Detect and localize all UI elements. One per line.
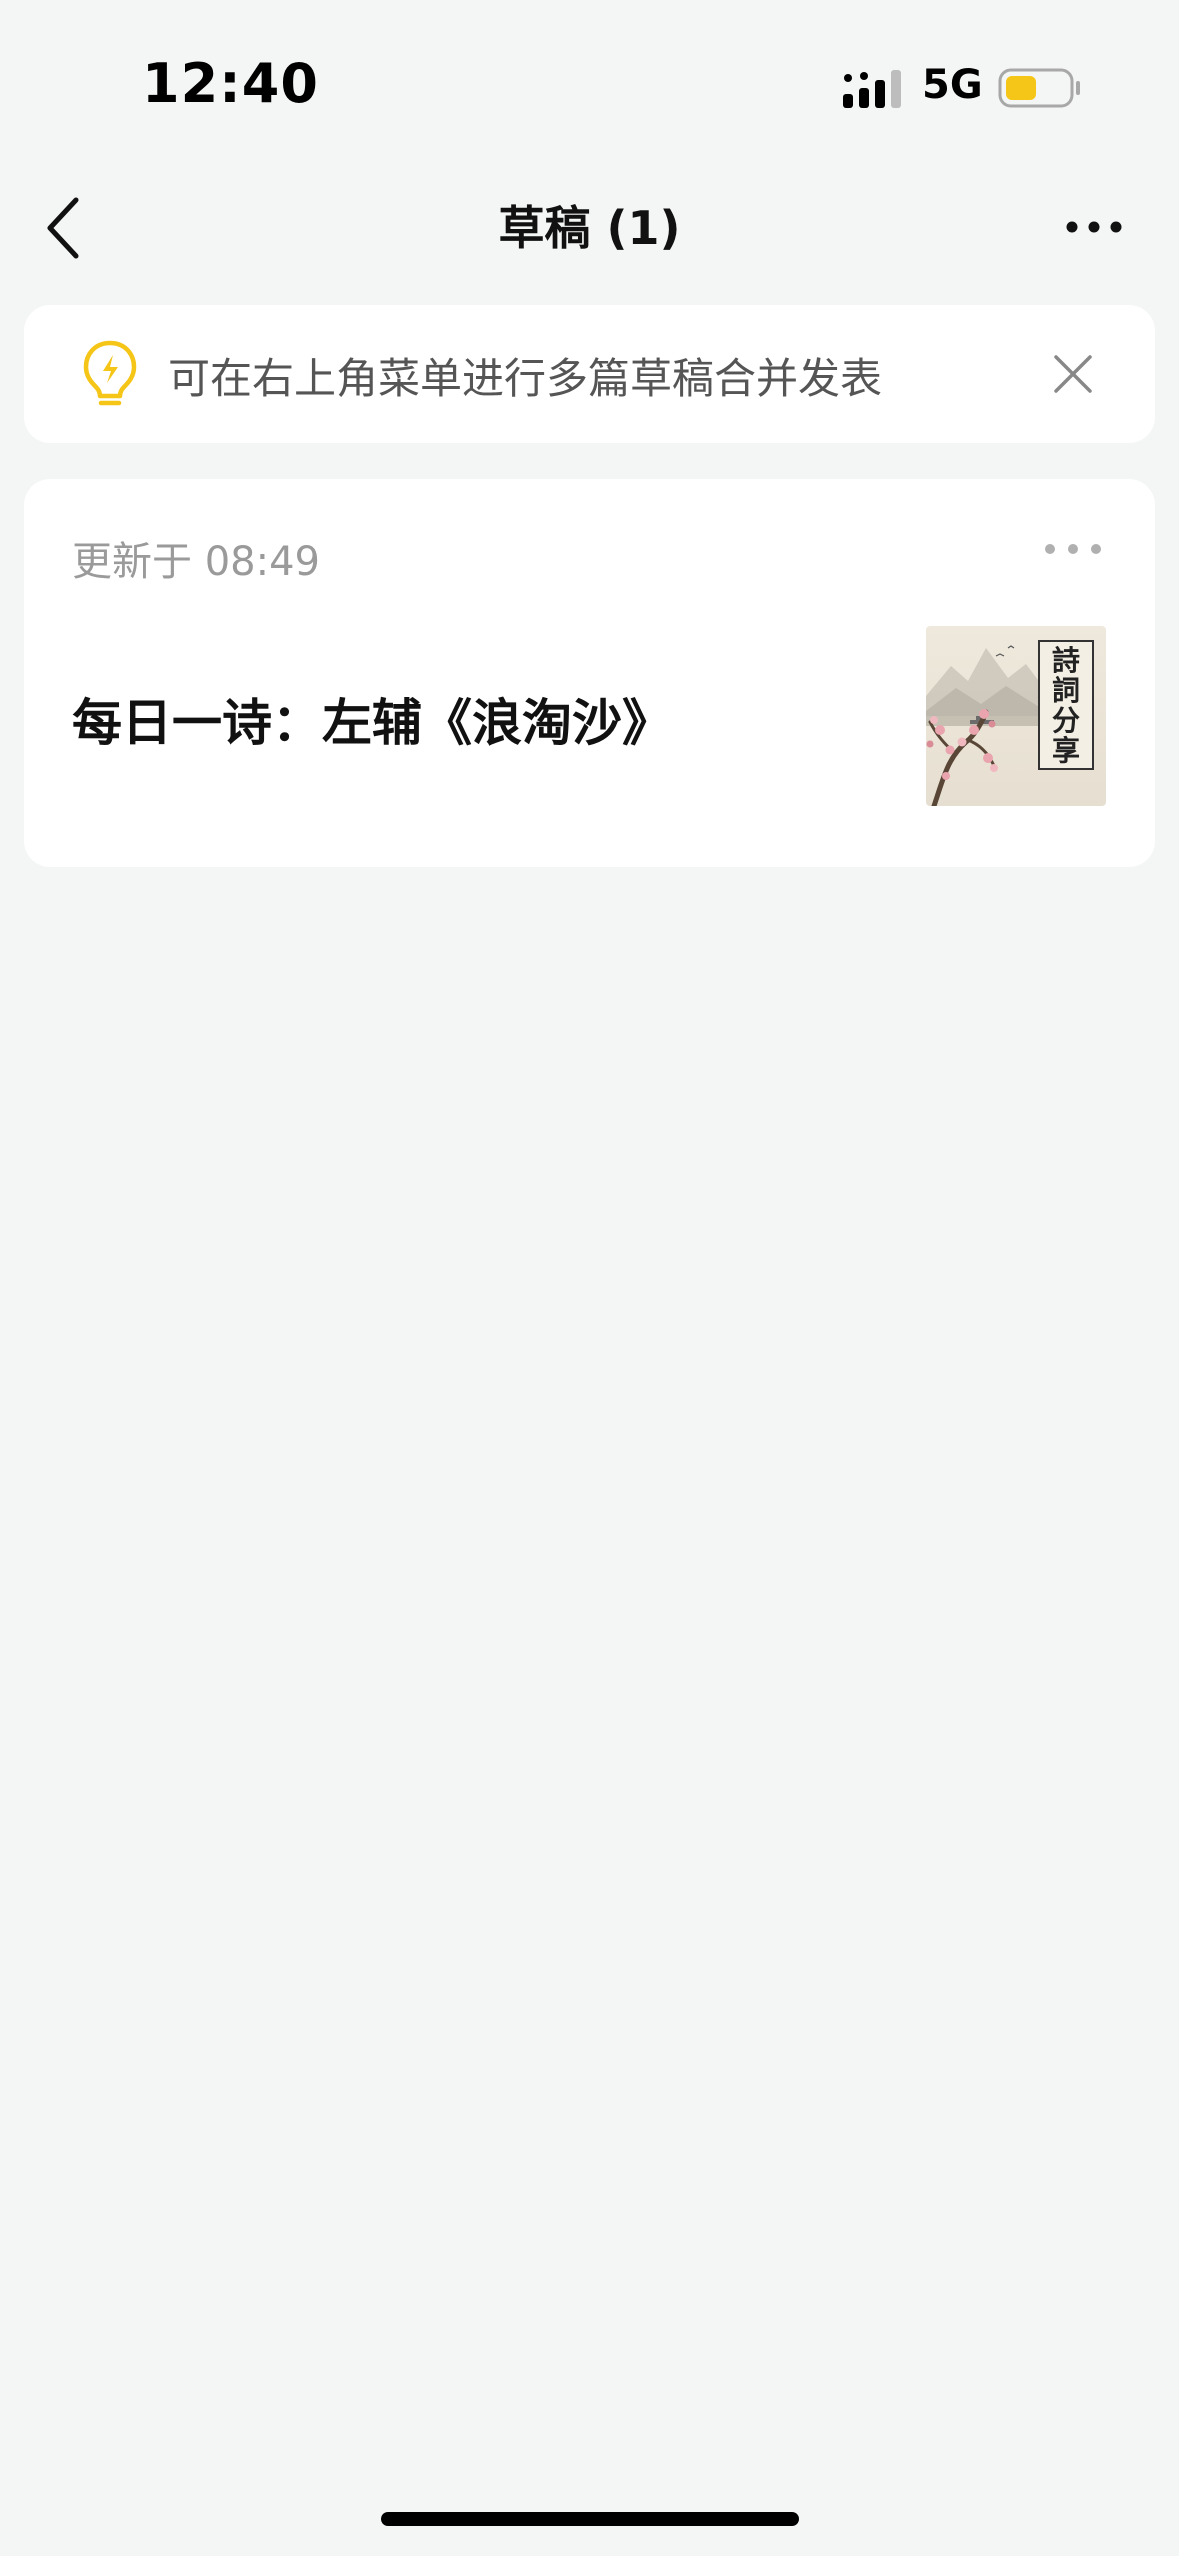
- thumbnail-caption-char: 詞: [1051, 674, 1080, 707]
- draft-card[interactable]: 更新于 08:49 每日一诗：左辅《浪淘沙》 詩 詞 分 享: [24, 479, 1155, 867]
- thumbnail-caption-char: 分: [1051, 704, 1080, 737]
- more-horizontal-icon[interactable]: [1064, 212, 1124, 242]
- network-label: 5G: [922, 62, 983, 108]
- close-icon[interactable]: [1050, 351, 1096, 397]
- more-horizontal-icon[interactable]: [1042, 537, 1104, 561]
- signal-icon: [843, 70, 901, 108]
- battery-icon: [998, 68, 1080, 108]
- tip-text: 可在右上角菜单进行多篇草稿合并发表: [168, 354, 883, 403]
- draft-title: 每日一诗：左辅《浪淘沙》: [72, 694, 672, 752]
- tip-banner: 可在右上角菜单进行多篇草稿合并发表: [24, 305, 1155, 443]
- thumbnail-caption-char: 詩: [1051, 644, 1080, 677]
- home-indicator: [381, 2512, 799, 2526]
- draft-thumbnail: 詩 詞 分 享: [926, 626, 1106, 806]
- thumbnail-caption-char: 享: [1051, 734, 1080, 767]
- page-title: 草稿 (1): [498, 201, 681, 255]
- thumbnail-caption: 詩 詞 分 享: [1038, 640, 1094, 770]
- lightbulb-icon: [83, 340, 137, 406]
- status-time: 12:40: [142, 52, 319, 115]
- draft-updated-time: 更新于 08:49: [72, 539, 320, 585]
